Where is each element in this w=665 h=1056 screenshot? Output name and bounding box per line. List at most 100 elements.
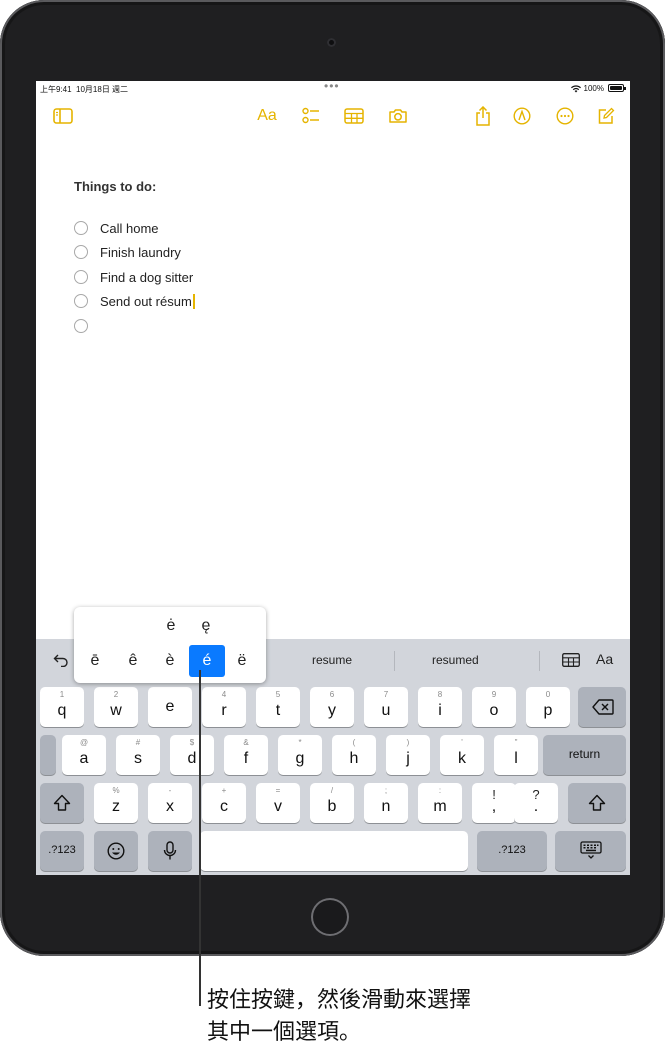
key-c[interactable]: + c <box>202 783 246 823</box>
camera-icon[interactable] <box>387 105 409 127</box>
key-period[interactable]: ?. <box>514 783 558 823</box>
caption-line-2: 其中一個選項。 <box>207 1019 362 1044</box>
key-n[interactable]: ; n <box>364 783 408 823</box>
checkbox-circle[interactable] <box>74 245 88 259</box>
callout-line <box>199 670 201 1006</box>
multitasking-dots[interactable]: ••• <box>324 81 340 93</box>
accent-option[interactable]: ė <box>160 615 182 637</box>
emoji-icon <box>107 842 125 860</box>
dictation-key[interactable] <box>148 831 192 871</box>
accent-popup: ė ę ē ê è é ë <box>74 607 266 683</box>
table-icon[interactable] <box>343 105 365 127</box>
shift-icon <box>53 794 71 811</box>
sidebar-icon[interactable] <box>52 105 74 127</box>
keyboard-dismiss-icon <box>580 841 602 859</box>
shift-icon <box>588 794 606 811</box>
note-heading: Things to do: <box>74 179 157 194</box>
home-button[interactable] <box>311 898 349 936</box>
tab-key[interactable] <box>40 735 56 775</box>
checkbox-circle[interactable] <box>74 221 88 235</box>
key-y[interactable]: 6y <box>310 687 354 727</box>
accent-option[interactable]: ē <box>84 650 106 672</box>
suggestion-divider <box>394 651 395 671</box>
table-icon[interactable] <box>562 653 580 667</box>
markup-icon[interactable] <box>511 105 533 127</box>
numbers-key-right[interactable]: .?123 <box>477 831 547 871</box>
accent-option[interactable]: ê <box>122 650 144 672</box>
key-t[interactable]: 5t <box>256 687 300 727</box>
status-bar: 上午9:41 10月18日 週二 ••• 100% <box>36 81 630 97</box>
delete-icon <box>592 699 614 715</box>
key-w[interactable]: 2w <box>94 687 138 727</box>
key-p[interactable]: 0p <box>526 687 570 727</box>
key-j[interactable]: ) j <box>386 735 430 775</box>
battery-icon <box>608 84 626 92</box>
return-key[interactable]: return <box>543 735 626 775</box>
checklist-item[interactable]: Call home <box>74 218 159 238</box>
key-s[interactable]: # s <box>116 735 160 775</box>
checklist-item-text[interactable]: Call home <box>100 221 159 236</box>
key-x[interactable]: -x <box>148 783 192 823</box>
microphone-icon <box>163 841 177 860</box>
key-g[interactable]: * g <box>278 735 322 775</box>
checklist-icon[interactable] <box>300 105 322 127</box>
status-time: 上午9:41 10月18日 週二 <box>40 85 129 94</box>
delete-key[interactable] <box>578 687 626 727</box>
key-v[interactable]: = v <box>256 783 300 823</box>
space-bar[interactable] <box>200 831 468 871</box>
key-d[interactable]: $ d <box>170 735 214 775</box>
key-q[interactable]: 1q <box>40 687 84 727</box>
checklist-item-text[interactable]: Send out résum <box>100 293 195 309</box>
text-cursor <box>192 293 195 309</box>
key-z[interactable]: % z <box>94 783 138 823</box>
key-u[interactable]: 7u <box>364 687 408 727</box>
checklist-item-empty[interactable] <box>74 316 100 336</box>
checkbox-circle[interactable] <box>74 294 88 308</box>
accent-option[interactable]: è <box>159 650 181 672</box>
format-button[interactable]: Aa <box>256 105 278 127</box>
share-icon[interactable] <box>472 105 494 127</box>
undo-icon[interactable] <box>53 653 69 667</box>
key-e[interactable]: e <box>148 687 192 727</box>
wifi-icon <box>570 84 581 92</box>
screen: 上午9:41 10月18日 週二 ••• 100% Aa Things to d… <box>36 81 630 875</box>
battery-percent: 100% <box>583 84 604 93</box>
key-comma[interactable]: !, <box>472 783 516 823</box>
front-camera <box>327 38 336 47</box>
suggestion-divider <box>539 651 540 671</box>
key-a[interactable]: @ a <box>62 735 106 775</box>
suggestion-1[interactable]: resume <box>312 653 352 667</box>
key-r[interactable]: 4r <box>202 687 246 727</box>
key-b[interactable]: / b <box>310 783 354 823</box>
suggestion-2[interactable]: resumed <box>432 653 479 667</box>
key-h[interactable]: (h <box>332 735 376 775</box>
numbers-key-left[interactable]: .?123 <box>40 831 84 871</box>
checklist-item[interactable]: Finish laundry <box>74 242 181 262</box>
checklist-item-text[interactable]: Find a dog sitter <box>100 270 193 285</box>
hide-keyboard-key[interactable] <box>555 831 626 871</box>
format-button[interactable]: Aa <box>596 651 613 667</box>
key-i[interactable]: 8i <box>418 687 462 727</box>
checklist-item[interactable]: Send out résum <box>74 291 195 311</box>
ipad-frame: 上午9:41 10月18日 週二 ••• 100% Aa Things to d… <box>0 0 665 956</box>
key-m[interactable]: :m <box>418 783 462 823</box>
key-l[interactable]: " l <box>494 735 538 775</box>
checklist-item-text[interactable]: Finish laundry <box>100 245 181 260</box>
shift-key-right[interactable] <box>568 783 626 823</box>
status-right: 100% <box>570 84 604 93</box>
ellipsis-circle-icon[interactable] <box>554 105 576 127</box>
key-k[interactable]: ' k <box>440 735 484 775</box>
key-f[interactable]: & f <box>224 735 268 775</box>
accent-option[interactable]: ë <box>231 650 253 672</box>
callout-caption: 按住按鍵，然後滑動來選擇 其中一個選項。 <box>207 984 647 1048</box>
checklist-item[interactable]: Find a dog sitter <box>74 267 193 287</box>
key-o[interactable]: 9o <box>472 687 516 727</box>
emoji-key[interactable] <box>94 831 138 871</box>
checkbox-circle[interactable] <box>74 319 88 333</box>
shift-key-left[interactable] <box>40 783 84 823</box>
caption-line-1: 按住按鍵，然後滑動來選擇 <box>207 987 472 1012</box>
compose-icon[interactable] <box>595 105 617 127</box>
checkbox-circle[interactable] <box>74 270 88 284</box>
accent-option[interactable]: ę <box>195 615 217 637</box>
accent-option-selected[interactable]: é <box>189 645 225 677</box>
